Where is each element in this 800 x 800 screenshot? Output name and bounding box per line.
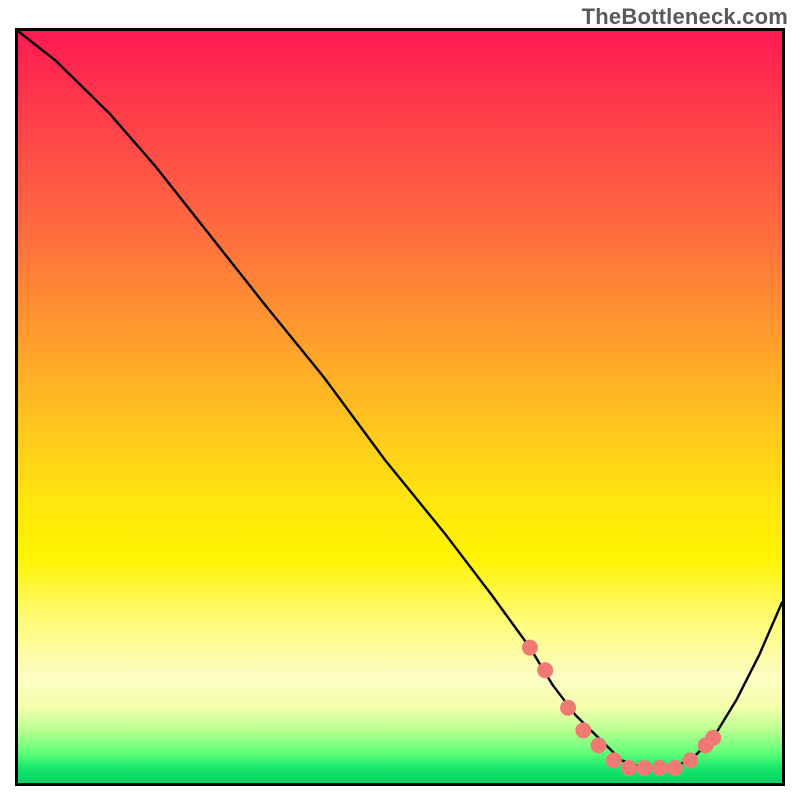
highlight-point [705, 730, 721, 746]
highlight-point [606, 752, 622, 768]
highlight-point [682, 752, 698, 768]
highlight-point [652, 760, 668, 776]
marker-group [522, 640, 721, 776]
watermark-text: TheBottleneck.com [582, 4, 788, 30]
highlight-point [575, 722, 591, 738]
highlight-point [621, 760, 637, 776]
highlight-point [522, 640, 538, 656]
chart-stage: TheBottleneck.com [0, 0, 800, 800]
chart-overlay [18, 31, 782, 783]
highlight-point [667, 760, 683, 776]
plot-frame [15, 28, 785, 786]
highlight-point [537, 662, 553, 678]
highlight-point [637, 760, 653, 776]
highlight-point [560, 700, 576, 716]
bottleneck-curve [18, 31, 782, 768]
highlight-point [591, 737, 607, 753]
